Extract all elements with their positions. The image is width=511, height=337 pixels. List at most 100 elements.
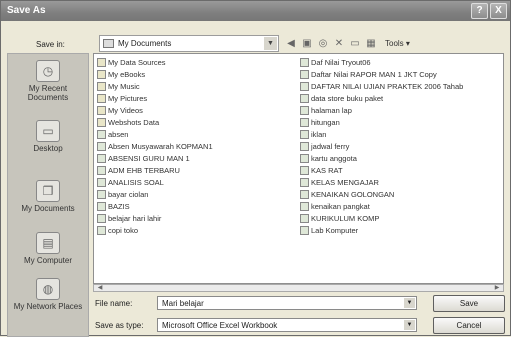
list-item[interactable]: My Music xyxy=(97,80,297,92)
help-button[interactable]: ? xyxy=(471,3,488,19)
list-item[interactable]: kenaikan pangkat xyxy=(300,200,502,212)
places-bar: ◷ My Recent Documents ▭ Desktop ❒ My Doc… xyxy=(7,53,89,337)
list-item[interactable]: KELAS MENGAJAR xyxy=(300,176,502,188)
excel-file-icon xyxy=(300,225,309,235)
up-folder-icon[interactable]: ▣ xyxy=(301,38,313,49)
views-icon[interactable]: ▦ xyxy=(365,38,377,49)
folder-icon xyxy=(97,105,106,115)
scroll-right-icon[interactable]: ▶ xyxy=(492,285,502,291)
excel-file-icon xyxy=(300,81,309,91)
title-bar: Save As ? X xyxy=(1,1,510,21)
save-as-dialog: Save As ? X Save in: My Documents ▼ ◀ ▣ … xyxy=(0,0,511,337)
place-my-recent-documents[interactable]: ◷ My Recent Documents xyxy=(8,60,88,102)
list-item[interactable]: kartu anggota xyxy=(300,152,502,164)
place-label: My Documents xyxy=(21,204,75,213)
list-item[interactable]: KAS RAT xyxy=(300,164,502,176)
list-item[interactable]: Daf Nilai Tryout06 xyxy=(300,56,502,68)
folder-icon xyxy=(97,93,106,103)
excel-file-icon xyxy=(300,201,309,211)
excel-file-icon xyxy=(97,189,106,199)
toolbar: ◀ ▣ ◎ ✕ ▭ ▦ Tools ▾ xyxy=(285,35,410,52)
save-as-type-select[interactable]: Microsoft Office Excel Workbook ▼ xyxy=(157,318,417,332)
desktop-icon: ▭ xyxy=(36,120,60,142)
file-name-value: Mari belajar xyxy=(162,299,204,308)
list-item[interactable]: ADM EHB TERBARU xyxy=(97,164,297,176)
list-item[interactable]: Daftar Nilai RAPOR MAN 1 JKT Copy xyxy=(300,68,502,80)
place-my-documents[interactable]: ❒ My Documents xyxy=(8,180,88,213)
list-item[interactable]: Webshots Data xyxy=(97,116,297,128)
excel-file-icon xyxy=(97,213,106,223)
list-item[interactable]: iklan xyxy=(300,128,502,140)
folder-icon xyxy=(97,69,106,79)
list-item[interactable]: My Data Sources xyxy=(97,56,297,68)
list-item[interactable]: DAFTAR NILAI UJIAN PRAKTEK 2006 Tahab xyxy=(300,80,502,92)
horizontal-scrollbar[interactable]: ◀ ▶ xyxy=(93,284,504,292)
list-item[interactable]: Lab Komputer xyxy=(300,224,502,236)
place-label: My Network Places xyxy=(13,302,83,311)
excel-file-icon xyxy=(97,225,106,235)
chevron-down-icon[interactable]: ▼ xyxy=(404,320,415,330)
save-button[interactable]: Save xyxy=(433,295,505,312)
place-desktop[interactable]: ▭ Desktop xyxy=(8,120,88,153)
clock-icon: ◷ xyxy=(36,60,60,82)
list-item[interactable]: KURIKULUM KOMP xyxy=(300,212,502,224)
back-icon[interactable]: ◀ xyxy=(285,38,297,49)
list-item[interactable]: My eBooks xyxy=(97,68,297,80)
excel-file-icon xyxy=(300,93,309,103)
close-button[interactable]: X xyxy=(490,3,507,19)
chevron-down-icon[interactable]: ▼ xyxy=(404,298,415,308)
save-as-type-label: Save as type: xyxy=(95,321,144,330)
folder-icon xyxy=(103,39,114,48)
file-list[interactable]: My Data Sources My eBooks My Music My Pi… xyxy=(93,53,504,284)
list-item[interactable]: KENAIKAN GOLONGAN xyxy=(300,188,502,200)
excel-file-icon xyxy=(97,141,106,151)
list-item[interactable]: absen xyxy=(97,128,297,140)
chevron-down-icon[interactable]: ▼ xyxy=(264,37,277,50)
cancel-button[interactable]: Cancel xyxy=(433,317,505,334)
excel-file-icon xyxy=(97,201,106,211)
list-item[interactable]: bayar ciolan xyxy=(97,188,297,200)
list-item[interactable]: data store buku paket xyxy=(300,92,502,104)
list-item[interactable]: hitungan xyxy=(300,116,502,128)
list-item[interactable]: BAZIS xyxy=(97,200,297,212)
scroll-left-icon[interactable]: ◀ xyxy=(95,285,105,291)
folder-icon: ❒ xyxy=(36,180,60,202)
save-in-label: Save in: xyxy=(36,40,65,49)
file-name-field[interactable]: Mari belajar ▼ xyxy=(157,296,417,310)
list-item[interactable]: My Pictures xyxy=(97,92,297,104)
excel-file-icon xyxy=(300,189,309,199)
excel-file-icon xyxy=(300,57,309,67)
place-my-computer[interactable]: ▤ My Computer xyxy=(8,232,88,265)
save-in-value: My Documents xyxy=(118,39,172,48)
folder-icon xyxy=(97,117,106,127)
file-column-2: Daf Nilai Tryout06 Daftar Nilai RAPOR MA… xyxy=(300,56,502,236)
delete-icon[interactable]: ✕ xyxy=(333,38,345,49)
excel-file-icon xyxy=(97,177,106,187)
list-item[interactable]: Absen Musyawarah KOPMAN1 xyxy=(97,140,297,152)
excel-file-icon xyxy=(300,129,309,139)
tools-menu-button[interactable]: Tools ▾ xyxy=(385,39,410,48)
list-item[interactable]: ANALISIS SOAL xyxy=(97,176,297,188)
list-item[interactable]: belajar hari lahir xyxy=(97,212,297,224)
list-item[interactable]: jadwal ferry xyxy=(300,140,502,152)
folder-icon xyxy=(97,57,106,67)
list-item[interactable]: halaman lap xyxy=(300,104,502,116)
list-item[interactable]: copi toko xyxy=(97,224,297,236)
excel-file-icon xyxy=(300,69,309,79)
search-web-icon[interactable]: ◎ xyxy=(317,38,329,49)
excel-file-icon xyxy=(300,153,309,163)
excel-file-icon xyxy=(300,117,309,127)
list-item[interactable]: My Videos xyxy=(97,104,297,116)
new-folder-icon[interactable]: ▭ xyxy=(349,38,361,49)
excel-file-icon xyxy=(300,141,309,151)
excel-file-icon xyxy=(300,213,309,223)
place-label: My Computer xyxy=(23,256,72,265)
place-label: Desktop xyxy=(33,144,63,153)
excel-file-icon xyxy=(300,105,309,115)
file-name-label: File name: xyxy=(95,299,133,308)
place-my-network-places[interactable]: ◍ My Network Places xyxy=(8,278,88,311)
list-item[interactable]: ABSENSI GURU MAN 1 xyxy=(97,152,297,164)
dialog-title: Save As xyxy=(7,5,46,16)
save-in-dropdown[interactable]: My Documents ▼ xyxy=(99,35,279,52)
excel-file-icon xyxy=(97,153,106,163)
